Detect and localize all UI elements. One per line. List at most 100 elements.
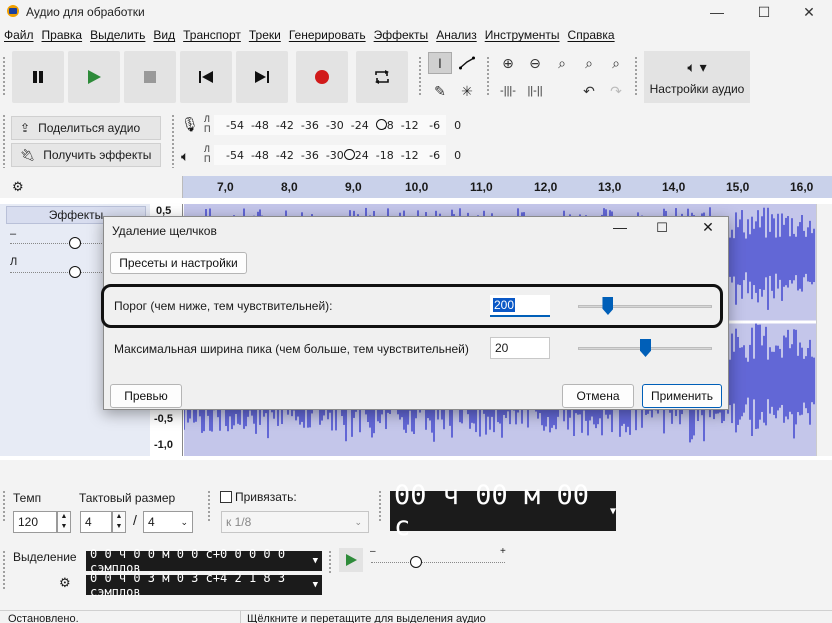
toolbar-grip[interactable] (171, 114, 175, 168)
play-button[interactable] (68, 51, 120, 103)
audio-settings-button[interactable]: 🔈︎ ▾ Настройки аудио (644, 51, 750, 103)
ruler-tick: 13,0 (598, 180, 622, 194)
menu-select[interactable]: Выделить (86, 28, 149, 42)
toolbar-grip[interactable] (2, 550, 6, 590)
i-beam-icon: I (438, 55, 442, 71)
tempo-input[interactable]: 120 (13, 511, 57, 533)
menu-transport[interactable]: Транспорт (179, 28, 245, 42)
time-display[interactable]: 00 ч 00 м 00 с ▼ (390, 480, 616, 542)
tempo-stepper[interactable]: ▲ ▼ (57, 511, 71, 533)
dialog-maximize-button[interactable]: ☐ (650, 220, 674, 242)
selection-end-field[interactable]: 0 0 ч 0 3 м 0 3 с+4 2 1 8 3 сэмплов ▼ (86, 571, 322, 599)
dialog-minimize-button[interactable]: — (608, 219, 632, 241)
fit-project-button[interactable]: ⌕ (577, 52, 601, 74)
speed-minus-label: – (370, 546, 376, 557)
checkbox-box[interactable] (220, 491, 232, 503)
menu-edit[interactable]: Правка (38, 28, 87, 42)
menu-view[interactable]: Вид (149, 28, 179, 42)
draw-tool-button[interactable]: ✎ (428, 80, 452, 102)
toolbar-grip[interactable] (2, 114, 6, 168)
close-window-button[interactable]: ✕ (786, 0, 832, 24)
play-at-speed-button[interactable] (339, 548, 363, 572)
record-button[interactable] (296, 51, 348, 103)
record-meter-scale: -54 -48 -42 -36 -30 -24 -18 -12 -6 0 (226, 119, 462, 132)
share-audio-button[interactable]: ⇪ Поделиться аудио (11, 116, 161, 140)
menu-generate[interactable]: Генерировать (285, 28, 370, 42)
transport-toolbar: I ✎ ✳ ⊕ ⊖ ⌕ ⌕ ⌕ -|||- ||-|| ↶ ↷ 🔈︎ ▾ Нас… (0, 46, 832, 108)
threshold-slider-track[interactable] (578, 305, 712, 308)
toolbar-grip[interactable] (2, 490, 6, 522)
timeline-ruler[interactable]: 7,0 8,0 9,0 10,0 11,0 12,0 13,0 14,0 15,… (183, 176, 832, 198)
vertical-scrollbar[interactable] (816, 204, 832, 456)
toolbar-grip[interactable] (634, 56, 638, 96)
undo-button[interactable]: ↶ (577, 80, 601, 102)
peak-width-slider-thumb[interactable] (640, 339, 651, 357)
snap-checkbox[interactable]: Привязать: (220, 490, 297, 504)
record-meter-channels: Л П (204, 114, 211, 134)
toolbar-grip[interactable] (486, 56, 490, 96)
toolbar-grip[interactable] (2, 56, 6, 96)
asterisk-icon: ✳ (461, 82, 473, 99)
fit-selection-icon: ⌕ (558, 54, 566, 71)
silence-button[interactable]: ||-|| (523, 80, 547, 102)
skip-start-button[interactable] (180, 51, 232, 103)
cancel-button[interactable]: Отмена (562, 384, 634, 408)
zoom-in-button[interactable]: ⊕ (496, 52, 520, 74)
maximize-button[interactable]: ☐ (741, 0, 787, 24)
toolbar-grip[interactable] (328, 550, 332, 574)
menu-help[interactable]: Справка (564, 28, 619, 42)
skip-end-button[interactable] (236, 51, 288, 103)
audio-settings-label: Настройки аудио (649, 81, 745, 96)
time-signature-numerator[interactable]: 4 (80, 511, 112, 533)
zoom-out-button[interactable]: ⊖ (523, 52, 547, 74)
time-signature-denominator[interactable]: 4 ⌄ (143, 511, 193, 533)
numerator-stepper[interactable]: ▲ ▼ (112, 511, 126, 533)
menu-analyze[interactable]: Анализ (432, 28, 481, 42)
stop-icon (144, 71, 156, 83)
gear-icon[interactable]: ⚙︎ (59, 575, 71, 591)
playback-level-thumb[interactable] (344, 149, 355, 160)
get-effects-label: Получить эффекты (43, 148, 152, 162)
pan-slider-thumb[interactable] (69, 266, 81, 278)
apply-button[interactable]: Применить (642, 384, 722, 408)
toolbar-grip[interactable] (418, 56, 422, 96)
playback-meter[interactable]: -54 -48 -42 -36 -30 -24 -18 -12 -6 0 (214, 145, 461, 165)
peak-width-input[interactable]: 20 (490, 337, 550, 359)
threshold-input[interactable]: 200 (490, 295, 550, 317)
selection-start-field[interactable]: 0 0 ч 0 0 м 0 0 с+0 0 0 0 0 сэмплов ▼ (86, 547, 322, 575)
stop-button[interactable] (124, 51, 176, 103)
selection-end-value: 0 0 ч 0 3 м 0 3 с+4 2 1 8 3 сэмплов (90, 571, 286, 599)
menu-tracks[interactable]: Треки (245, 28, 285, 42)
speed-slider-thumb[interactable] (410, 556, 422, 568)
dialog-close-button[interactable]: ✕ (696, 219, 720, 241)
play-icon (346, 554, 357, 566)
menu-effects[interactable]: Эффекты (370, 28, 433, 42)
toolbar-grip[interactable] (207, 490, 211, 522)
zoom-toggle-icon: ⌕ (612, 54, 620, 71)
fit-selection-button[interactable]: ⌕ (550, 52, 574, 74)
record-icon (315, 70, 329, 84)
minimize-button[interactable]: — (694, 0, 740, 24)
trim-button[interactable]: -|||- (496, 80, 520, 102)
trim-audio-icon: -|||- (500, 85, 516, 97)
gear-icon[interactable]: ⚙︎ (12, 179, 30, 195)
presets-button[interactable]: Пресеты и настройки (110, 252, 247, 274)
zoom-toggle-button[interactable]: ⌕ (604, 52, 628, 74)
upload-icon: ⇪ (20, 121, 31, 135)
redo-button[interactable]: ↷ (604, 80, 628, 102)
menu-tools[interactable]: Инструменты (481, 28, 564, 42)
loop-button[interactable] (356, 51, 408, 103)
selection-tool-button[interactable]: I (428, 52, 452, 74)
zoom-in-icon: ⊕ (502, 54, 514, 71)
envelope-tool-button[interactable] (455, 52, 479, 74)
record-meter[interactable]: -54 -48 -42 -36 -30 -24 -18 -12 -6 0 (214, 115, 461, 135)
snap-select[interactable]: к 1/8 ⌄ (221, 511, 369, 533)
get-effects-button[interactable]: 🔌︎ Получить эффекты (11, 143, 161, 167)
toolbar-grip[interactable] (378, 490, 382, 522)
preview-button[interactable]: Превью (110, 384, 182, 408)
menu-file[interactable]: Файл (0, 28, 38, 42)
pause-button[interactable] (12, 51, 64, 103)
record-level-thumb[interactable] (376, 119, 387, 130)
multi-tool-button[interactable]: ✳ (455, 80, 479, 102)
gain-slider-thumb[interactable] (69, 237, 81, 249)
